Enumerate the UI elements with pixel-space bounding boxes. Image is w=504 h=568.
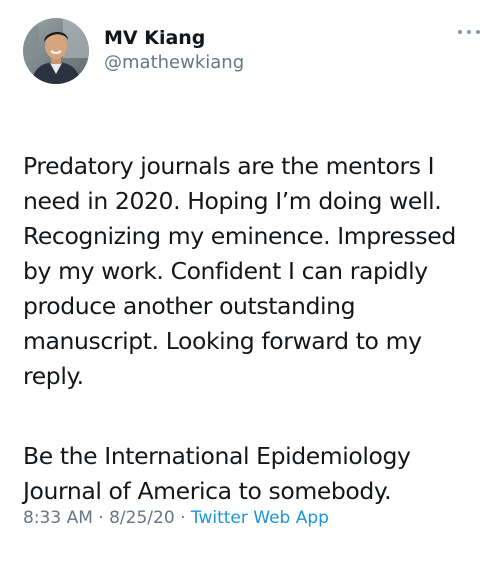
tweet-time[interactable]: 8:33 AM [23,508,93,528]
dot [476,30,480,34]
dot [467,30,471,34]
source-app-link[interactable]: Twitter Web App [191,508,329,528]
meta-separator: · [98,508,104,528]
ellipsis-icon[interactable] [458,28,480,36]
tweet-meta: 8:33 AM · 8/25/20 · Twitter Web App [23,506,329,530]
tweet-header: MV Kiang @mathewkiang [23,18,244,84]
tweet-paragraph-1: Predatory journals are the mentors I nee… [23,152,456,390]
tweet-body: Predatory journals are the mentors I nee… [23,114,493,544]
avatar[interactable] [23,18,89,84]
tweet-card: MV Kiang @mathewkiang Predatory journals… [0,0,504,568]
author-names: MV Kiang @mathewkiang [104,26,244,76]
dot [458,30,462,34]
author-display-name[interactable]: MV Kiang [104,26,244,50]
tweet-date[interactable]: 8/25/20 [109,508,175,528]
tweet-paragraph-2: Be the International Epidemiology Journa… [23,442,411,505]
meta-separator: · [180,508,186,528]
author-handle[interactable]: @mathewkiang [104,50,244,76]
